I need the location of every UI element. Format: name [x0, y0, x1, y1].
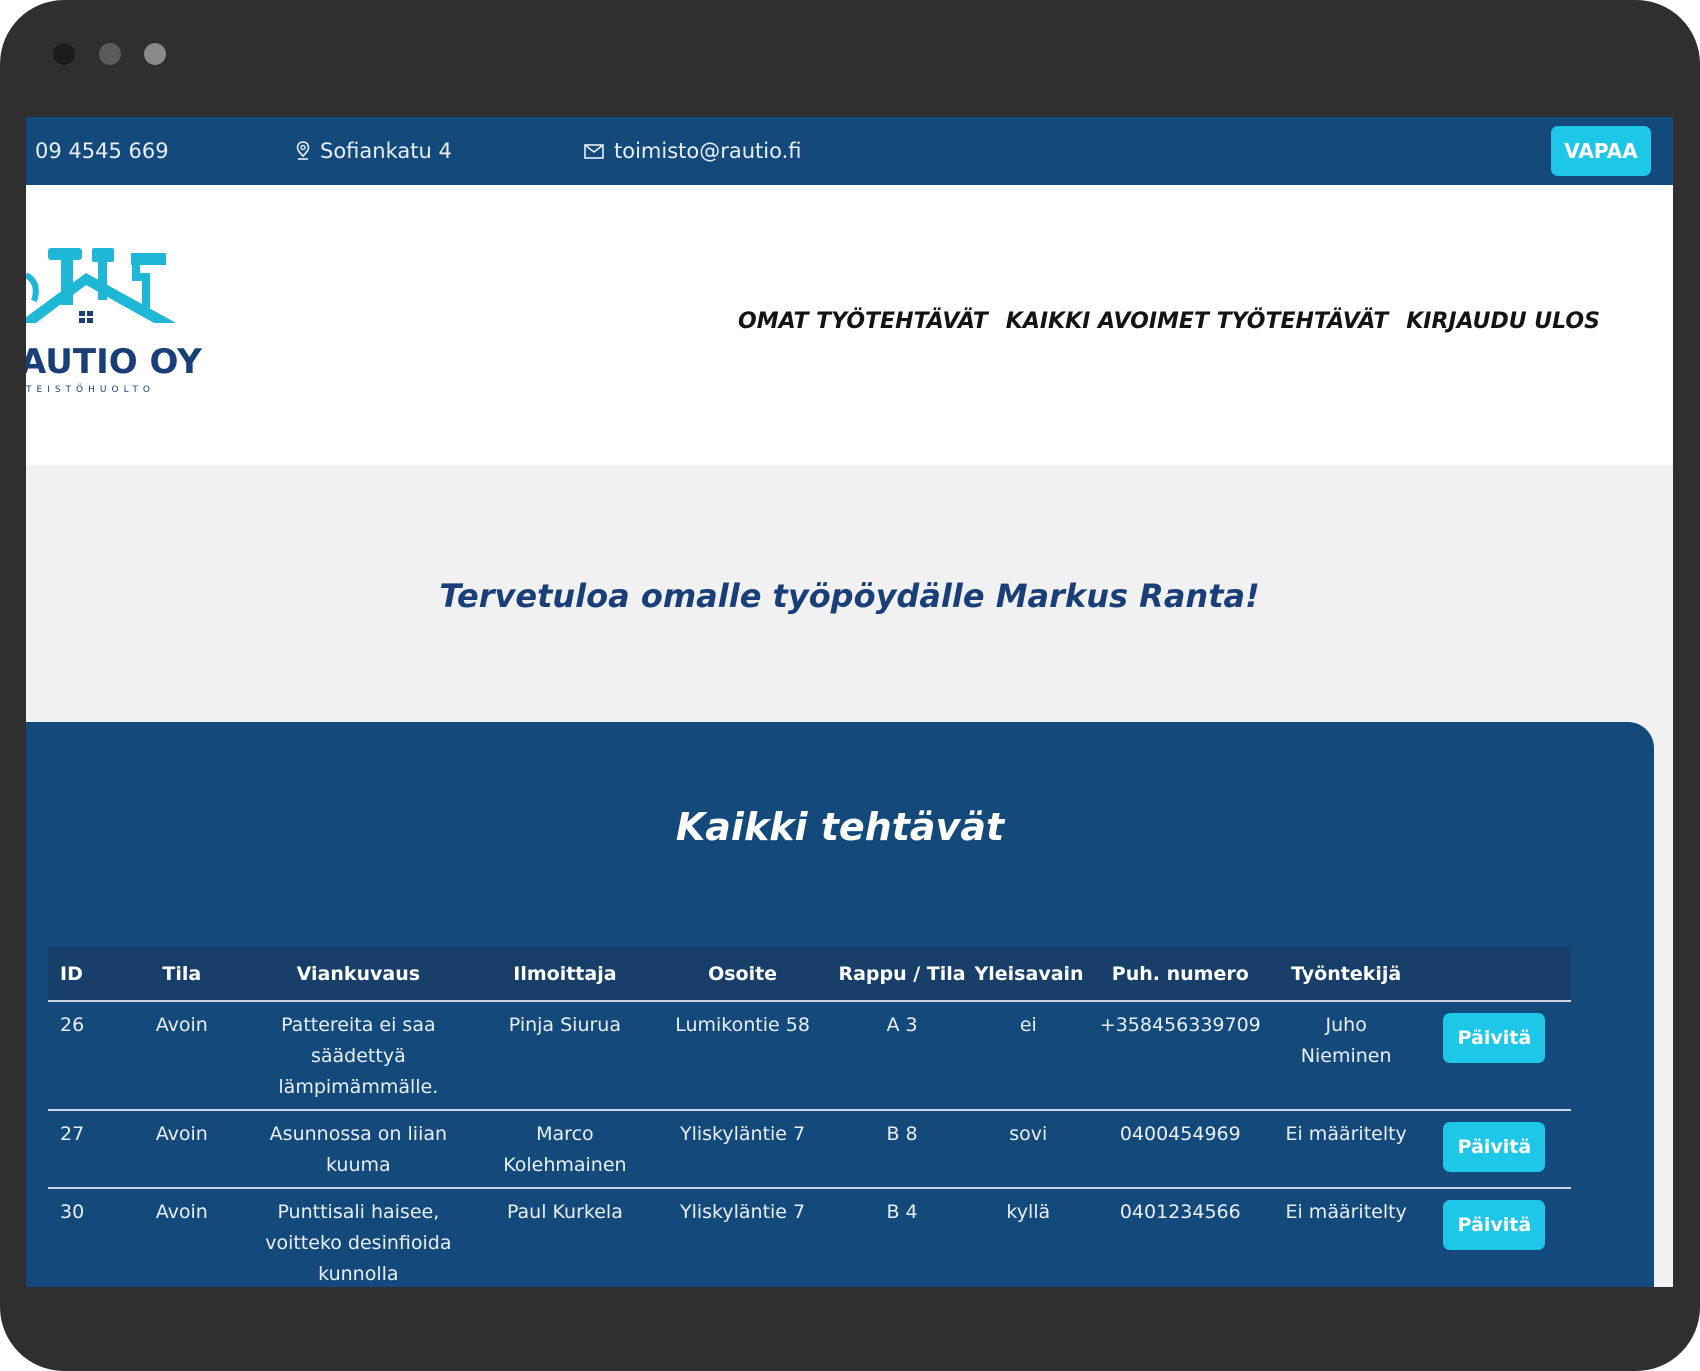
mail-icon	[584, 143, 604, 159]
update-button[interactable]: Päivitä	[1443, 1122, 1546, 1172]
column-header-address: Osoite	[651, 947, 834, 1002]
cell-actions: Päivitä	[1417, 1001, 1571, 1111]
cell-description: Pattereita ei saa säädettyä lämpimämmäll…	[238, 1001, 479, 1111]
cell-description: Punttisali haisee, voitteko desinfioida …	[238, 1188, 479, 1287]
cell-description: Asunnossa on liian kuuma	[238, 1110, 479, 1189]
window-maximize-dot[interactable]	[144, 43, 166, 65]
nav-own-tasks[interactable]: OMAT TYÖTEHTÄVÄT	[738, 309, 988, 334]
address-text: Sofiankatu 4	[320, 139, 452, 163]
cell-reporter: Paul Kurkela	[478, 1188, 652, 1287]
main-nav: OMAT TYÖTEHTÄVÄT KAIKKI AVOIMET TYÖTEHTÄ…	[738, 309, 1600, 334]
contact-address: Sofiankatu 4	[296, 117, 452, 185]
cell-employee: Ei määritelty	[1274, 1110, 1418, 1189]
nav-logout[interactable]: KIRJAUDU ULOS	[1406, 309, 1600, 334]
tasks-panel: Kaikki tehtävät ID Tila Viankuvaus Ilmoi…	[26, 722, 1654, 1287]
window-minimize-dot[interactable]	[99, 43, 121, 65]
logo-name: AUTIO OY	[26, 342, 202, 382]
cell-address: Lumikontie 58	[651, 1001, 834, 1111]
column-header-description: Viankuvaus	[238, 947, 479, 1002]
column-header-staircase: Rappu / Tila	[833, 947, 971, 1002]
cell-phone: +358456339709	[1086, 1001, 1275, 1111]
cell-status: Avoin	[125, 1188, 239, 1287]
cell-address: Yliskyläntie 7	[651, 1188, 834, 1287]
cell-staircase: B 4	[833, 1188, 971, 1287]
table-row: 26 Avoin Pattereita ei saa säädettyä läm…	[48, 1001, 1571, 1111]
table-row: 27 Avoin Asunnossa on liian kuuma Marco …	[48, 1110, 1571, 1189]
cell-reporter: Marco Kolehmainen	[478, 1110, 652, 1189]
browser-viewport: 09 4545 669 Sofiankatu 4 toimisto@rautio…	[26, 117, 1673, 1287]
cell-employee: Juho Nieminen	[1274, 1001, 1418, 1111]
cell-status: Avoin	[125, 1001, 239, 1111]
cell-master-key: ei	[970, 1001, 1087, 1111]
cell-actions: Päivitä	[1417, 1188, 1571, 1287]
table-header-row: ID Tila Viankuvaus Ilmoittaja Osoite Rap…	[48, 947, 1571, 1002]
cell-actions: Päivitä	[1417, 1110, 1571, 1189]
column-header-reporter: Ilmoittaja	[478, 947, 652, 1002]
cell-id: 26	[48, 1001, 126, 1111]
cell-status: Avoin	[125, 1110, 239, 1189]
contact-phone: 09 4545 669	[35, 117, 169, 185]
tasks-table: ID Tila Viankuvaus Ilmoittaja Osoite Rap…	[48, 947, 1571, 1287]
cell-reporter: Pinja Siurua	[478, 1001, 652, 1111]
cell-master-key: sovi	[970, 1110, 1087, 1189]
window-close-dot[interactable]	[53, 43, 75, 65]
cell-master-key: kyllä	[970, 1188, 1087, 1287]
cell-id: 27	[48, 1110, 126, 1189]
update-button[interactable]: Päivitä	[1443, 1200, 1546, 1250]
cell-employee: Ei määritelty	[1274, 1188, 1418, 1287]
column-header-status: Tila	[125, 947, 239, 1002]
column-header-master-key: Yleisavain	[970, 947, 1087, 1002]
nav-all-open-tasks[interactable]: KAIKKI AVOIMET TYÖTEHTÄVÄT	[1006, 309, 1388, 334]
device-frame: 09 4545 669 Sofiankatu 4 toimisto@rautio…	[0, 0, 1700, 1371]
update-button[interactable]: Päivitä	[1443, 1013, 1546, 1063]
cell-id: 30	[48, 1188, 126, 1287]
column-header-id: ID	[48, 947, 126, 1002]
cell-staircase: A 3	[833, 1001, 971, 1111]
logo-house-tools-icon	[26, 248, 176, 323]
phone-text: 09 4545 669	[35, 139, 169, 163]
column-header-phone: Puh. numero	[1086, 947, 1275, 1002]
email-text[interactable]: toimisto@rautio.fi	[614, 139, 802, 163]
welcome-heading: Tervetuloa omalle työpöydälle Markus Ran…	[439, 577, 1260, 615]
logo-subtitle: TEISTÖHUOLTO	[26, 385, 155, 395]
location-pin-icon	[296, 141, 310, 161]
column-header-actions	[1417, 947, 1571, 1002]
site-header: AUTIO OY TEISTÖHUOLTO OMAT TYÖTEHTÄVÄT K…	[26, 185, 1673, 465]
status-button[interactable]: VAPAA	[1551, 126, 1651, 176]
contact-email[interactable]: toimisto@rautio.fi	[584, 117, 802, 185]
table-row: 30 Avoin Punttisali haisee, voitteko des…	[48, 1188, 1571, 1287]
cell-phone: 0400454969	[1086, 1110, 1275, 1189]
cell-staircase: B 8	[833, 1110, 971, 1189]
tasks-title: Kaikki tehtävät	[675, 805, 1005, 849]
contact-bar: 09 4545 669 Sofiankatu 4 toimisto@rautio…	[26, 117, 1673, 185]
cell-address: Yliskyläntie 7	[651, 1110, 834, 1189]
column-header-employee: Työntekijä	[1274, 947, 1418, 1002]
company-logo[interactable]: AUTIO OY TEISTÖHUOLTO	[26, 245, 226, 395]
cell-phone: 0401234566	[1086, 1188, 1275, 1287]
